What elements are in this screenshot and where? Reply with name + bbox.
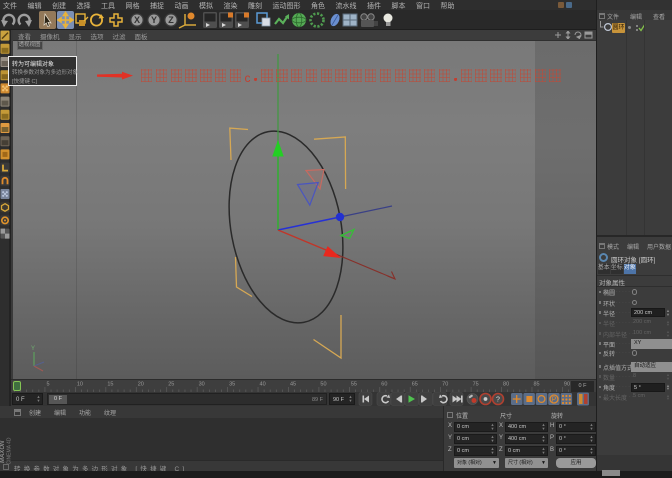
- svg-text:?: ?: [496, 397, 500, 404]
- svg-text:40: 40: [260, 382, 266, 388]
- svg-text:80: 80: [503, 382, 509, 388]
- svg-text:30: 30: [199, 382, 205, 388]
- svg-text:25: 25: [168, 382, 174, 388]
- svg-text:Z: Z: [168, 15, 174, 25]
- svg-text:35: 35: [229, 382, 235, 388]
- svg-text:20: 20: [138, 382, 144, 388]
- svg-text:55: 55: [351, 382, 357, 388]
- svg-text:70: 70: [442, 382, 448, 388]
- svg-text:X: X: [134, 15, 140, 25]
- svg-text:50: 50: [320, 382, 326, 388]
- svg-text:60: 60: [381, 382, 387, 388]
- svg-text:15: 15: [107, 382, 113, 388]
- svg-text:Y: Y: [151, 15, 157, 25]
- svg-text:90: 90: [564, 382, 570, 388]
- svg-text:85: 85: [533, 382, 539, 388]
- svg-text:75: 75: [473, 382, 479, 388]
- svg-text:5: 5: [46, 382, 49, 388]
- svg-text:45: 45: [290, 382, 296, 388]
- svg-text:10: 10: [77, 382, 83, 388]
- svg-text:65: 65: [412, 382, 418, 388]
- svg-text:P: P: [552, 397, 557, 404]
